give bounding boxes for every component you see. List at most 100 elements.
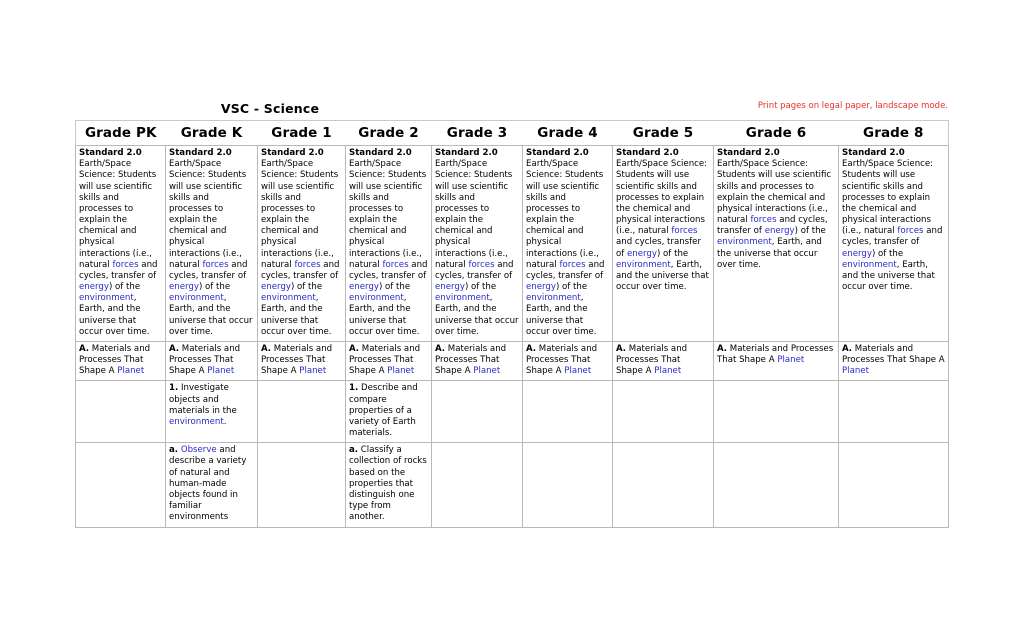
cell-objective-grade-4 [522, 442, 613, 528]
cell-indicator-grade-3 [431, 380, 523, 444]
cell-objective-grade-2: a. Classify a collection of rocks based … [345, 442, 432, 528]
link-forces[interactable]: forces [382, 260, 408, 270]
cell-topic-grade-5: A. Materials and Processes That Shape A … [612, 340, 714, 382]
link-forces[interactable]: forces [294, 260, 320, 270]
standard-label: Standard 2.0 [435, 148, 498, 158]
link-forces[interactable]: forces [112, 260, 138, 270]
topic-label: A. [717, 343, 728, 354]
link-planet[interactable]: Planet [117, 366, 144, 376]
page-canvas: VSC - Science Print pages on legal paper… [0, 0, 1020, 619]
link-observe[interactable]: Observe [181, 445, 217, 455]
link-forces[interactable]: forces [468, 260, 494, 270]
link-forces[interactable]: forces [750, 215, 776, 225]
link-energy[interactable]: energy [765, 226, 795, 236]
link-energy[interactable]: energy [435, 282, 465, 292]
link-forces[interactable]: forces [559, 260, 585, 270]
cell-topic-grade-1: A. Materials and Processes That Shape A … [257, 340, 346, 382]
cell-objective-grade-pk [75, 442, 166, 528]
cell-topic-grade-k: A. Materials and Processes That Shape A … [165, 340, 258, 382]
link-energy[interactable]: energy [79, 282, 109, 292]
link-environment[interactable]: environment [79, 293, 134, 303]
grade-header-row: Grade PK Grade K Grade 1 Grade 2 Grade 3… [75, 120, 949, 146]
link-environment[interactable]: environment [526, 293, 581, 303]
link-environment[interactable]: environment [169, 417, 224, 427]
cell-indicator-grade-1 [257, 380, 346, 444]
topic-label: A. [616, 343, 627, 354]
cell-standard-grade-2: Standard 2.0 Earth/Space Science: Student… [345, 145, 432, 342]
standard-label: Standard 2.0 [526, 148, 589, 158]
link-energy[interactable]: energy [526, 282, 556, 292]
table-body: Standard 2.0 Earth/Space Science: Student… [75, 145, 949, 528]
objective-label: a. [349, 445, 359, 456]
link-energy[interactable]: energy [261, 282, 291, 292]
column-header-grade-4: Grade 4 [522, 120, 613, 146]
cell-standard-grade-1: Standard 2.0 Earth/Space Science: Student… [257, 145, 346, 342]
topic-label: A. [435, 343, 446, 354]
topic-label: A. [349, 343, 360, 354]
link-planet[interactable]: Planet [564, 366, 591, 376]
link-planet[interactable]: Planet [473, 366, 500, 376]
standard-label: Standard 2.0 [79, 148, 142, 158]
link-planet[interactable]: Planet [842, 366, 869, 376]
column-header-grade-3: Grade 3 [431, 120, 523, 146]
column-header-grade-k: Grade K [165, 120, 258, 146]
cell-standard-grade-5: Standard 2.0 Earth/Space Science: Student… [612, 145, 714, 342]
cell-topic-grade-2: A. Materials and Processes That Shape A … [345, 340, 432, 382]
cell-standard-grade-8: Standard 2.0 Earth/Space Science: Student… [838, 145, 949, 342]
link-environment[interactable]: environment [616, 260, 671, 270]
cell-objective-grade-k: a. Observe and describe a variety of nat… [165, 442, 258, 528]
link-energy[interactable]: energy [842, 249, 872, 259]
standard-label: Standard 2.0 [261, 148, 324, 158]
standard-label: Standard 2.0 [349, 148, 412, 158]
column-header-grade-pk: Grade PK [75, 120, 166, 146]
link-planet[interactable]: Planet [654, 366, 681, 376]
link-energy[interactable]: energy [349, 282, 379, 292]
link-planet[interactable]: Planet [299, 366, 326, 376]
cell-objective-grade-3 [431, 442, 523, 528]
link-forces[interactable]: forces [671, 226, 697, 236]
link-planet[interactable]: Planet [387, 366, 414, 376]
cell-objective-grade-1 [257, 442, 346, 528]
link-planet[interactable]: Planet [207, 366, 234, 376]
cell-indicator-grade-6 [713, 380, 839, 444]
table-header: Grade PK Grade K Grade 1 Grade 2 Grade 3… [75, 120, 949, 146]
link-environment[interactable]: environment [169, 293, 224, 303]
link-environment[interactable]: environment [261, 293, 316, 303]
objective-label: a. [169, 445, 179, 456]
topic-label: A. [169, 343, 180, 354]
link-forces[interactable]: forces [202, 260, 228, 270]
cell-indicator-grade-pk [75, 380, 166, 444]
cell-standard-grade-k: Standard 2.0 Earth/Space Science: Student… [165, 145, 258, 342]
table-row-topic: A. Materials and Processes That Shape A … [75, 340, 949, 382]
topic-label: A. [79, 343, 90, 354]
link-energy[interactable]: energy [169, 282, 199, 292]
link-planet[interactable]: Planet [777, 355, 804, 365]
cell-objective-grade-5 [612, 442, 714, 528]
cell-topic-grade-pk: A. Materials and Processes That Shape A … [75, 340, 166, 382]
column-header-grade-1: Grade 1 [257, 120, 346, 146]
link-environment[interactable]: environment [349, 293, 404, 303]
link-energy[interactable]: energy [627, 249, 657, 259]
cell-standard-grade-4: Standard 2.0 Earth/Space Science: Student… [522, 145, 613, 342]
table-row-standard: Standard 2.0 Earth/Space Science: Student… [75, 145, 949, 342]
cell-topic-grade-4: A. Materials and Processes That Shape A … [522, 340, 613, 382]
cell-objective-grade-6 [713, 442, 839, 528]
cell-objective-grade-8 [838, 442, 949, 528]
column-header-grade-5: Grade 5 [612, 120, 714, 146]
standard-label: Standard 2.0 [842, 148, 905, 158]
link-environment[interactable]: environment [717, 237, 772, 247]
table-row-objective: a. Observe and describe a variety of nat… [75, 442, 949, 528]
topic-label: A. [842, 343, 853, 354]
cell-topic-grade-3: A. Materials and Processes That Shape A … [431, 340, 523, 382]
cell-standard-grade-pk: Standard 2.0 Earth/Space Science: Student… [75, 145, 166, 342]
indicator-label: 1. [169, 383, 179, 394]
link-forces[interactable]: forces [897, 226, 923, 236]
link-environment[interactable]: environment [842, 260, 897, 270]
standard-label: Standard 2.0 [717, 148, 780, 158]
page-title: VSC - Science [220, 101, 320, 116]
link-environment[interactable]: environment [435, 293, 490, 303]
cell-standard-grade-6: Standard 2.0 Earth/Space Science: Student… [713, 145, 839, 342]
print-instruction-note: Print pages on legal paper, landscape mo… [757, 101, 948, 111]
cell-indicator-grade-4 [522, 380, 613, 444]
cell-standard-grade-3: Standard 2.0 Earth/Space Science: Student… [431, 145, 523, 342]
